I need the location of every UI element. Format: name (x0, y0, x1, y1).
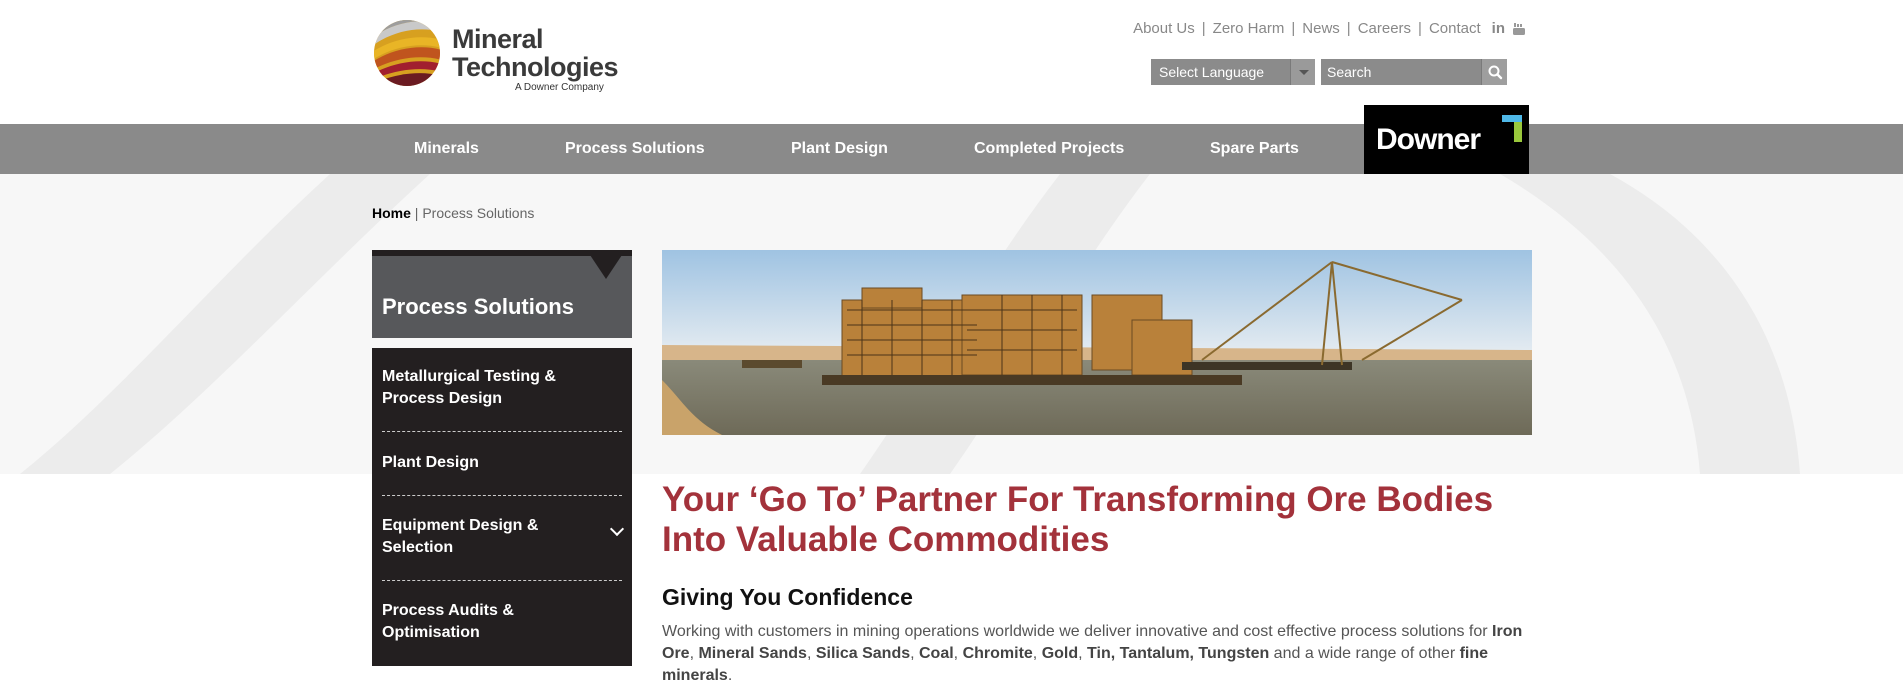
page-heading-line1: Your ‘Go To’ Partner For Transforming Or… (662, 480, 1494, 519)
dredge-plant-image-icon (662, 250, 1532, 435)
sidebar-item-label: Metallurgical Testing & (382, 368, 556, 385)
nav-plant-design[interactable]: Plant Design (791, 124, 888, 174)
logo-mark-icon (374, 20, 440, 86)
mineral-gold: Gold (1041, 645, 1079, 662)
nav-process-solutions[interactable]: Process Solutions (565, 124, 705, 174)
breadcrumb-current: Process Solutions (422, 205, 535, 221)
sidebar-title[interactable]: Process Solutions (382, 294, 574, 320)
sidebar-item-label: Selection (382, 539, 454, 556)
text: , (953, 645, 963, 662)
downer-logo-text: Downer (1376, 123, 1481, 156)
breadcrumb-home[interactable]: Home (372, 205, 411, 221)
page-heading-line2: Into Valuable Commodities (662, 520, 1110, 559)
logo-title-line1: Mineral (452, 24, 544, 54)
divider (382, 580, 622, 581)
sidebar-item-plant-design[interactable]: Plant Design (382, 452, 622, 474)
downer-logo[interactable]: Downer (1364, 105, 1529, 174)
mineral-coal: Coal (919, 645, 954, 662)
sidebar-item-process-audits[interactable]: Process Audits & Optimisation (382, 600, 622, 644)
mineral-tin-tantalum-tungsten: Tin, Tantalum, Tungsten (1087, 645, 1270, 662)
text: , (1078, 645, 1088, 662)
sidebar-item-label: Process Audits & (382, 602, 514, 619)
section-heading: Giving You Confidence (662, 584, 913, 610)
search-box (1321, 59, 1507, 85)
news-link[interactable]: News (1302, 20, 1340, 37)
text: . (727, 667, 733, 684)
about-us-link[interactable]: About Us (1133, 20, 1195, 37)
text: , (910, 645, 919, 662)
sidebar-item-label: Optimisation (382, 624, 480, 641)
careers-link[interactable]: Careers (1358, 20, 1411, 37)
text: Working with customers in mining operati… (662, 623, 1493, 640)
main-nav: Minerals Process Solutions Plant Design … (0, 124, 1903, 174)
downer-mark-icon (1502, 115, 1522, 142)
separator: | (1418, 20, 1422, 37)
text: and a wide range of other (1269, 645, 1460, 662)
nav-completed-projects[interactable]: Completed Projects (974, 124, 1124, 174)
nav-spare-parts[interactable]: Spare Parts (1210, 124, 1299, 174)
search-icon (1488, 65, 1503, 80)
page-heading: Your ‘Go To’ Partner For Transforming Or… (662, 480, 1532, 560)
sidebar-menu: Metallurgical Testing & Process Design P… (372, 348, 632, 666)
youtube-icon[interactable] (1512, 22, 1526, 36)
sidebar-item-equipment-design[interactable]: Equipment Design & Selection (382, 515, 625, 559)
intro-paragraph: Working with customers in mining operati… (662, 621, 1532, 687)
sidebar-item-label: Equipment Design & (382, 517, 539, 534)
linkedin-icon[interactable]: in (1492, 20, 1505, 37)
breadcrumb: Home | Process Solutions (372, 205, 534, 221)
zero-harm-link[interactable]: Zero Harm (1213, 20, 1285, 37)
separator: | (1346, 20, 1351, 37)
breadcrumb-separator: | (410, 205, 423, 221)
separator: | (1201, 20, 1206, 37)
text: , (1032, 645, 1042, 662)
search-button[interactable] (1481, 59, 1507, 85)
text: , (806, 645, 816, 662)
chevron-down-icon[interactable] (1290, 59, 1315, 85)
utility-nav: About Us | Zero Harm | News | Careers | … (1133, 20, 1526, 37)
language-select-value: Select Language (1159, 64, 1265, 80)
mineral-chromite: Chromite (962, 645, 1033, 662)
logo-subtitle: A Downer Company (515, 82, 604, 93)
contact-link[interactable]: Contact (1429, 20, 1481, 37)
logo-title-line2: Technologies (452, 52, 619, 82)
sidebar-header: Process Solutions (372, 250, 632, 338)
divider (382, 495, 622, 496)
divider (382, 431, 622, 432)
sidebar-item-label: Plant Design (382, 454, 479, 471)
sidebar-item-label: Process Design (382, 390, 503, 407)
nav-minerals[interactable]: Minerals (414, 124, 479, 174)
notch-decoration (590, 255, 622, 279)
sidebar-item-metallurgical-testing[interactable]: Metallurgical Testing & Process Design (382, 366, 622, 410)
separator: | (1291, 20, 1296, 37)
hero-image (662, 250, 1532, 435)
search-input[interactable] (1321, 59, 1481, 85)
mineral-mineral-sands: Mineral Sands (698, 645, 807, 662)
mineral-silica-sands: Silica Sands (815, 645, 911, 662)
company-logo[interactable]: Mineral Technologies A Downer Company (372, 18, 619, 98)
language-select[interactable]: Select Language (1151, 59, 1315, 85)
